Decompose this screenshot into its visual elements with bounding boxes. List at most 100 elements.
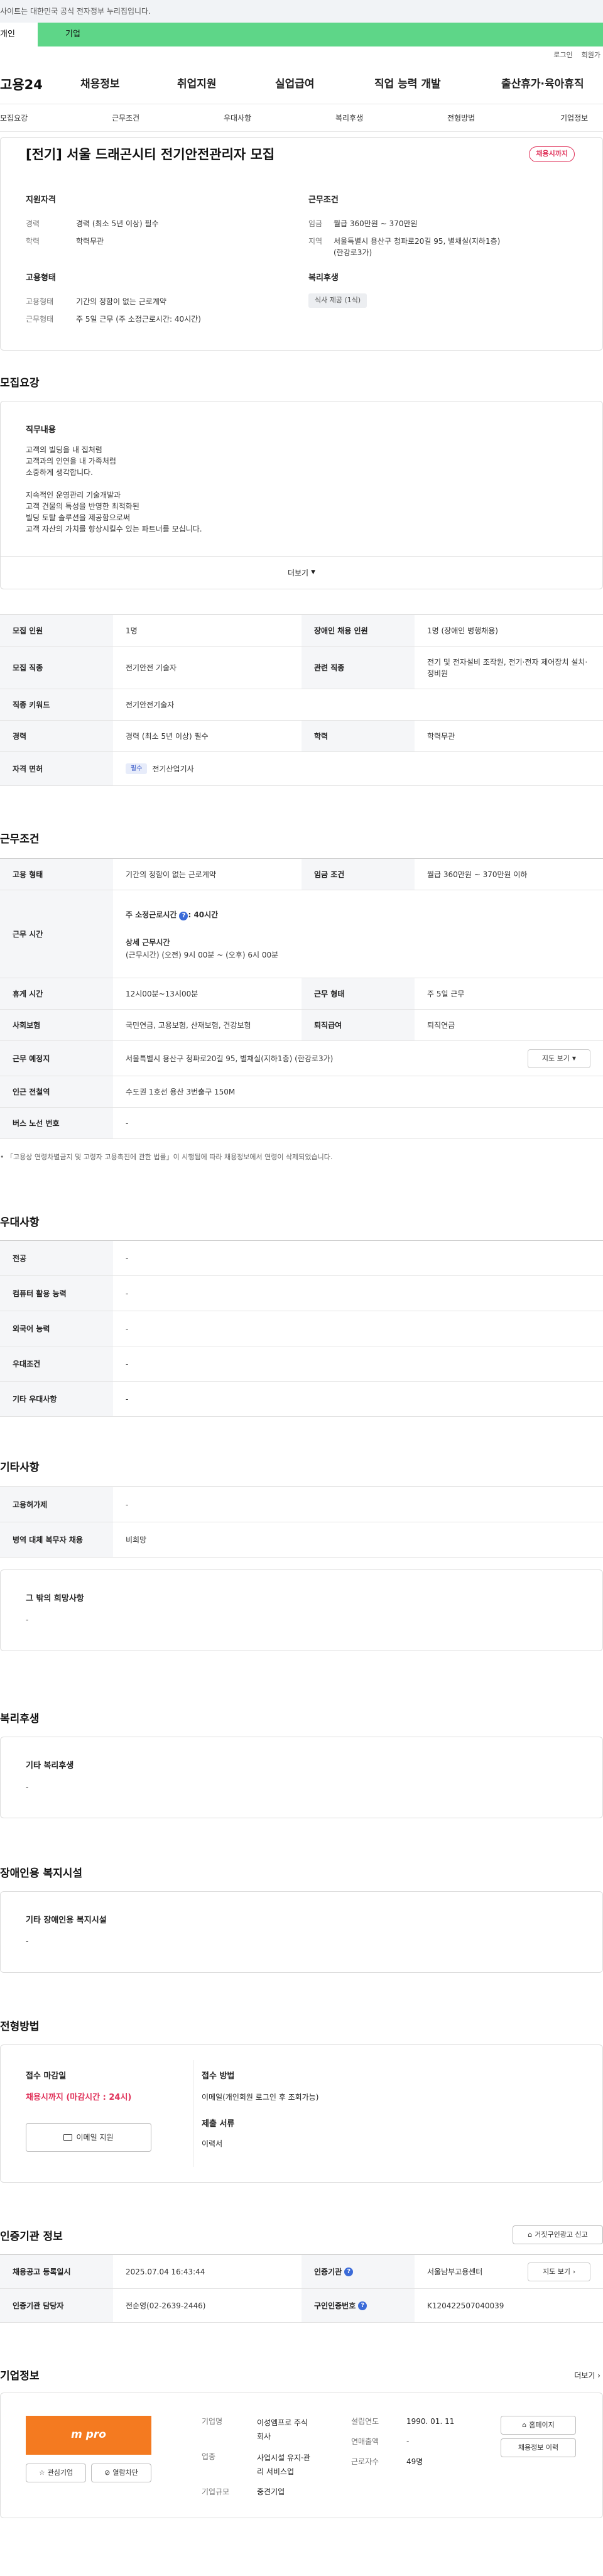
company-logo: m pro — [26, 2416, 151, 2455]
detail-hours-value: (근무시간) (오전) 9시 00분 ~ (오후) 6시 00분 — [126, 951, 279, 959]
gnb-item-jobs[interactable]: 채용정보 — [80, 77, 120, 93]
wage-value: 월급 360만원 ~ 370만원 — [334, 219, 418, 228]
chevron-down-icon: ▼ — [311, 569, 316, 576]
table-row: 자격 면허 필수 전기산업기사 — [0, 752, 603, 786]
tab-company[interactable]: 기업 — [38, 23, 603, 46]
join-link[interactable]: 회원가 — [582, 50, 600, 61]
gnb-item-leave[interactable]: 출산휴가·육아휴직 — [501, 77, 584, 93]
job-history-button[interactable]: 채용정보 이력 — [501, 2438, 576, 2457]
weekly-hours: 주 소정근로시간?: 40시간 — [126, 909, 603, 920]
tab-personal[interactable]: 개인 — [0, 23, 38, 46]
snb-item-selection[interactable]: 전형방법 — [447, 112, 475, 124]
map-button[interactable]: 지도 보기 ▼ — [528, 1049, 590, 1068]
home-icon: ⌂ — [522, 2420, 527, 2429]
education-value: 학력무관 — [76, 237, 104, 246]
table-row: 기타 우대사항 - — [0, 1382, 603, 1417]
cell-value: 전기안전기술자 — [126, 700, 175, 709]
wage-item: 임금 월급 360만원 ~ 370만원 — [308, 218, 418, 229]
career-value: 경력 (최소 5년 이상) 필수 — [76, 219, 159, 228]
required-chip: 필수 — [126, 763, 148, 774]
snb-item-company[interactable]: 기업정보 — [560, 112, 588, 124]
company-name-line1: 이성엠프로 주식 — [257, 2418, 308, 2427]
gnb-item-employment-support[interactable]: 취업지원 — [177, 77, 217, 93]
company-more-link[interactable]: 더보기 › — [574, 2370, 600, 2381]
table-row: 모집 인원 1명 장애인 채용 인원 1명 (장애인 병행채용) — [0, 615, 603, 647]
welfare-section-title: 복리후생 — [0, 1713, 40, 1725]
other-wishes-card: 그 밖의 희망사항 - — [0, 1569, 603, 1651]
table-row: 인근 전철역 수도권 1호선 용산 3번출구 150M — [0, 1076, 603, 1108]
info-icon[interactable]: ? — [344, 2267, 354, 2276]
email-apply-label: 이메일 지원 — [76, 2133, 114, 2142]
detail-hours-label: 상세 근무시간 — [126, 938, 170, 947]
cell-header: 임금 조건 — [302, 859, 415, 890]
company-size-label: 기업규모 — [202, 2487, 230, 2496]
preference-section-title: 우대사항 — [0, 1216, 40, 1229]
gnb-item-unemployment[interactable]: 실업급여 — [275, 77, 315, 93]
emp-type-value: 기간의 정함이 없는 근로계약 — [76, 297, 166, 306]
homepage-button[interactable]: ⌂ 홈페이지 — [501, 2416, 576, 2435]
company-card: m pro ☆ 관심기업 ⊘ 열람차단 기업명 이성엠프로 주식 회사 업종 사업시설… — [0, 2393, 603, 2518]
duty-card: 직무내용 고객의 빌딩을 내 집처럼 고객과의 인연을 내 가족처럼 소중하게 … — [0, 401, 603, 589]
table-row: 모집 직종 전기안전 기술자 관련 직종 전기 및 전자설비 조작원, 전기·전… — [0, 647, 603, 689]
duty-line: 고객 자산의 가치를 향상시킬수 있는 파트너를 모십니다. — [26, 525, 202, 533]
snb-item-conditions[interactable]: 근무조건 — [112, 112, 139, 124]
table-row: 외국어 능력 - — [0, 1311, 603, 1346]
cert-map-button[interactable]: 지도 보기 › — [528, 2262, 590, 2281]
method-value: 이메일(개인회원 로그인 후 조회가능) — [202, 2093, 319, 2102]
industry-line2: 리 서비스업 — [257, 2467, 295, 2476]
company-size-value: 중견기업 — [257, 2487, 285, 2496]
other-wishes-value: - — [26, 1615, 29, 1624]
welfare-card: 기타 복리후생 - — [0, 1737, 603, 1818]
cell-value: 학력무관 — [427, 731, 455, 741]
career-label: 경력 — [26, 219, 40, 228]
cell-value: 수도권 1호선 용산 3번출구 150M — [126, 1087, 236, 1096]
snb-item-welfare[interactable]: 복리후생 — [335, 112, 363, 124]
wage-label: 임금 — [308, 219, 323, 228]
favorite-company-button[interactable]: ☆ 관심기업 — [26, 2464, 86, 2482]
cell-value: 2025.07.04 16:43:44 — [126, 2267, 205, 2276]
employees-label: 근로자수 — [351, 2457, 379, 2466]
table-row: 우대조건 - — [0, 1346, 603, 1382]
snb-item-recruit[interactable]: 모집요강 — [0, 112, 28, 124]
block-company-button[interactable]: ⊘ 열람차단 — [91, 2464, 151, 2482]
email-apply-button[interactable]: 이메일 지원 — [26, 2123, 151, 2152]
cell-header: 사회보험 — [0, 1010, 113, 1040]
section-nav: 모집요강 근무조건 우대사항 복리후생 전형방법 기업정보 — [0, 104, 603, 132]
login-link[interactable]: 로그인 — [553, 50, 572, 61]
cert-org-label: 인증기관 — [314, 2267, 342, 2276]
table-row: 채용공고 등록일시 2025.07.04 16:43:44 인증기관? 서울남부… — [0, 2255, 603, 2289]
work-type-item: 근무형태 주 5일 근무 (주 소정근로시간: 40시간) — [26, 314, 201, 325]
cell-value: 전순영(02-2639-2446) — [126, 2301, 206, 2310]
gnb-item-training[interactable]: 직업 능력 개발 — [374, 77, 441, 93]
report-button-label: 거짓구인광고 신고 — [535, 2230, 588, 2239]
snb-item-preference[interactable]: 우대사항 — [224, 112, 251, 124]
block-label: 열람차단 — [112, 2468, 138, 2477]
info-icon[interactable]: ? — [358, 2301, 367, 2310]
conditions-table: 고용 형태 기간의 정함이 없는 근로계약 임금 조건 월급 360만원 ~ 3… — [0, 858, 603, 1139]
page-body: 모집요강 직무내용 고객의 빌딩을 내 집처럼 고객과의 인연을 내 가족처럼 … — [0, 351, 603, 2576]
cell-value: 비희망 — [126, 1535, 147, 1544]
cell-value: 12시00분~13시00분 — [126, 989, 198, 998]
table-row: 전공 - — [0, 1241, 603, 1276]
education-item: 학력 학력무관 — [26, 236, 104, 247]
more-button[interactable]: 더보기 ▼ — [1, 556, 602, 589]
recruit-section-title: 모집요강 — [0, 377, 40, 390]
table-row: 컴퓨터 활용 능력 - — [0, 1276, 603, 1311]
site-tabs: 개인 기업 — [0, 23, 603, 46]
cell-header: 경력 — [0, 721, 113, 751]
career-item: 경력 경력 (최소 5년 이상) 필수 — [26, 218, 159, 229]
table-row: 사회보험 국민연금, 고용보험, 산재보험, 건강보험 퇴직급여 퇴직연금 — [0, 1010, 603, 1041]
emp-type-item: 고용형태 기간의 정함이 없는 근로계약 — [26, 296, 166, 307]
site-logo[interactable]: 고용24 — [0, 75, 69, 96]
cell-header: 병역 대체 복무자 채용 — [0, 1522, 113, 1557]
chevron-right-icon: › — [597, 2371, 600, 2380]
table-row: 버스 노선 번호 - — [0, 1108, 603, 1139]
other-wishes-heading: 그 밖의 희망사항 — [26, 1594, 84, 1603]
cell-header: 기타 우대사항 — [0, 1382, 113, 1416]
selection-card: 접수 마감일 채용시까지 (마감시간 : 24시) 이메일 지원 접수 방법 이… — [0, 2044, 603, 2183]
region-value-line1: 서울특별시 용산구 청파로20길 95, 별채실(지하1층) — [334, 237, 501, 246]
report-button[interactable]: ⌂ 거짓구인광고 신고 — [513, 2225, 603, 2244]
cell-value: 필수 전기산업기사 — [113, 752, 603, 785]
info-icon[interactable]: ? — [179, 912, 188, 920]
cell-header: 고용허가제 — [0, 1487, 113, 1522]
